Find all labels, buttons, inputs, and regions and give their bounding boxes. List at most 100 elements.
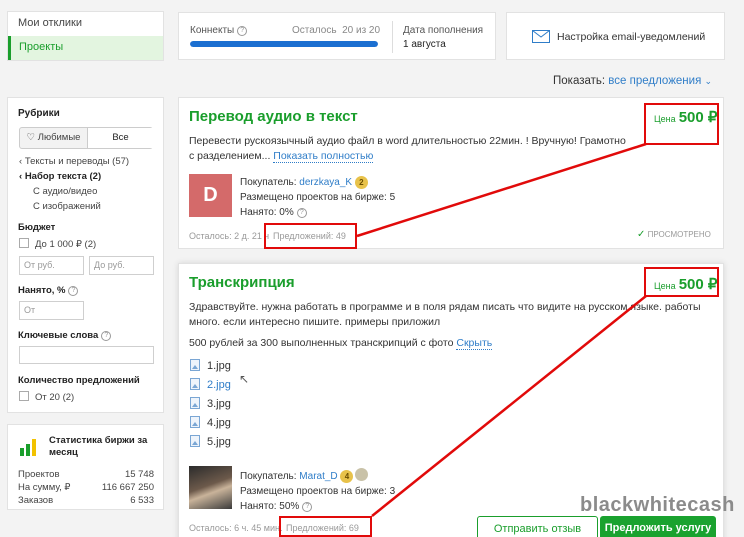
project-note: 500 рублей за 300 выполненных транскрипц… [189,337,493,350]
buyer-level-badge: 4 [340,470,354,483]
avatar-letter: D [203,184,218,206]
buyer-projects-placed: Размещено проектов на бирже: 5 [240,192,396,203]
hired-title: Нанято, % [18,285,66,296]
annotation-box [279,516,372,537]
stats-row-label: Проектов [18,469,60,480]
watermark: blackwhitecash [580,494,735,516]
image-file-icon [190,416,200,428]
help-icon[interactable]: ? [296,208,307,218]
connects-progress-bar [190,41,378,47]
help-icon[interactable]: ? [68,286,79,296]
offers-checkbox[interactable] [19,391,29,401]
help-icon[interactable]: ? [101,331,112,341]
keywords-title-wrap: Ключевые слова? [18,330,112,341]
budget-title: Бюджет [18,222,56,233]
keywords-input[interactable] [19,346,154,364]
image-file-icon [190,435,200,447]
category-sub-images[interactable]: С изображений [33,201,101,212]
budget-option[interactable]: До 1 000 ₽ (2) [19,238,96,250]
category-parent[interactable]: ‹ Тексты и переводы (57) [19,156,129,167]
nav-projects[interactable]: Проекты [8,36,163,60]
project-title[interactable]: Транскрипция [189,274,295,291]
buyer-label: Покупатель: [240,177,297,188]
bar-chart-icon [20,439,36,456]
connects-card: Коннекты? Осталось 20 из 20 Дата пополне… [178,12,496,60]
category-parent-label: Тексты и переводы (57) [24,156,130,167]
description-text: Перевести рускоязычный аудио файл в word… [189,135,626,162]
show-more-link[interactable]: Показать полностью [273,150,374,163]
check-icon: ✓ [637,229,646,240]
rubric-tabs: ♡ Любимые Все [19,127,153,149]
help-icon[interactable]: ? [237,26,248,36]
hired-title-wrap: Нанято, %? [18,285,79,296]
stats-row-label: На сумму, ₽ [18,482,71,493]
show-filter[interactable]: Показать: все предложения ⌄ [553,75,712,87]
mouse-cursor-icon: ↖ [239,372,250,386]
category-current-label: Набор текста (2) [24,171,102,182]
attachment-name: 3.jpg [207,398,231,410]
viewed-status: ✓ ПРОСМОТРЕНО [637,229,711,240]
stats-card: Статистика биржи за месяц Проектов 15 748… [7,424,164,510]
project-description: Перевести рускоязычный аудио файл в word… [189,134,629,164]
image-file-icon [190,359,200,371]
show-value: все предложения [608,75,702,87]
stats-title: Статистика биржи за месяц [49,435,148,458]
buyer-name-link[interactable]: derzkaya_K [299,177,352,188]
offer-service-button[interactable]: Предложить услугу [600,516,716,537]
buyer-projects-placed: Размещено проектов на бирже: 3 [240,486,396,497]
budget-checkbox[interactable] [19,238,29,248]
show-label: Показать: [553,75,606,87]
stats-row-value: 116 667 250 [101,482,154,493]
envelope-icon [532,30,550,43]
annotation-box [644,267,719,297]
buyer-hired: Нанято: 0% [240,207,294,218]
attachments-list: 1.jpg 2.jpg 3.jpg 4.jpg 5.jpg [190,359,231,454]
attachment-name: 2.jpg [207,379,231,391]
budget-to-input[interactable]: До руб. [89,256,154,275]
buyer-level-badge: 2 [354,176,368,189]
tab-favorites[interactable]: ♡ Любимые [20,128,87,148]
attachment-name: 4.jpg [207,417,231,429]
attachment-item[interactable]: 5.jpg [190,435,231,454]
tab-favorites-label: Любимые [37,132,81,143]
project-title[interactable]: Перевод аудио в текст [189,108,358,125]
keywords-title: Ключевые слова [18,330,99,341]
connects-remaining: Осталось 20 из 20 [292,25,381,36]
hired-input[interactable]: От [19,301,84,320]
category-current[interactable]: ‹ Набор текста (2) [19,171,101,182]
category-sub-audio[interactable]: С аудио/видео [33,186,97,197]
connects-label-wrap: Коннекты? [190,24,248,36]
rubrics-title: Рубрики [18,108,60,119]
attachment-item[interactable]: 2.jpg [190,378,231,397]
project-card: Перевод аудио в текст Перевести рускоязы… [178,97,724,249]
buyer-name-link[interactable]: Marat_D [299,471,337,482]
buyer-hired: Нанято: 50% [240,501,300,512]
stats-row: Заказов 6 533 [18,494,154,507]
stats-row-label: Заказов [18,495,54,506]
attachment-item[interactable]: 1.jpg [190,359,231,378]
buyer-info: Покупатель: derzkaya_K 2 Размещено проек… [240,175,395,220]
connects-label: Коннекты [190,25,235,36]
nav-my-responses[interactable]: Мои отклики [18,17,82,29]
image-file-icon [190,397,200,409]
buyer-label: Покупатель: [240,471,297,482]
attachment-item[interactable]: 4.jpg [190,416,231,435]
attachment-name: 5.jpg [207,436,231,448]
offers-count-option[interactable]: От 20 (2) [19,391,74,403]
buyer-avatar[interactable] [189,466,232,509]
attachment-item[interactable]: 3.jpg [190,397,231,416]
buyer-avatar[interactable]: D [189,174,232,217]
tab-all[interactable]: Все [87,128,153,148]
note-text: 500 рублей за 300 выполненных транскрипц… [189,337,454,349]
send-review-button[interactable]: Отправить отзыв [477,516,598,537]
offers-count-title: Количество предложений [18,375,140,386]
email-settings-label: Настройка email-уведомлений [557,31,706,43]
refill-label: Дата пополнения [403,25,484,36]
hide-link[interactable]: Скрыть [456,337,493,350]
help-icon[interactable]: ? [302,502,313,512]
stats-row: Проектов 15 748 [18,468,154,481]
attachment-name: 1.jpg [207,360,231,372]
email-settings-button[interactable]: Настройка email-уведомлений [506,12,725,60]
connects-progress-fill [190,41,378,47]
budget-from-input[interactable]: От руб. [19,256,84,275]
